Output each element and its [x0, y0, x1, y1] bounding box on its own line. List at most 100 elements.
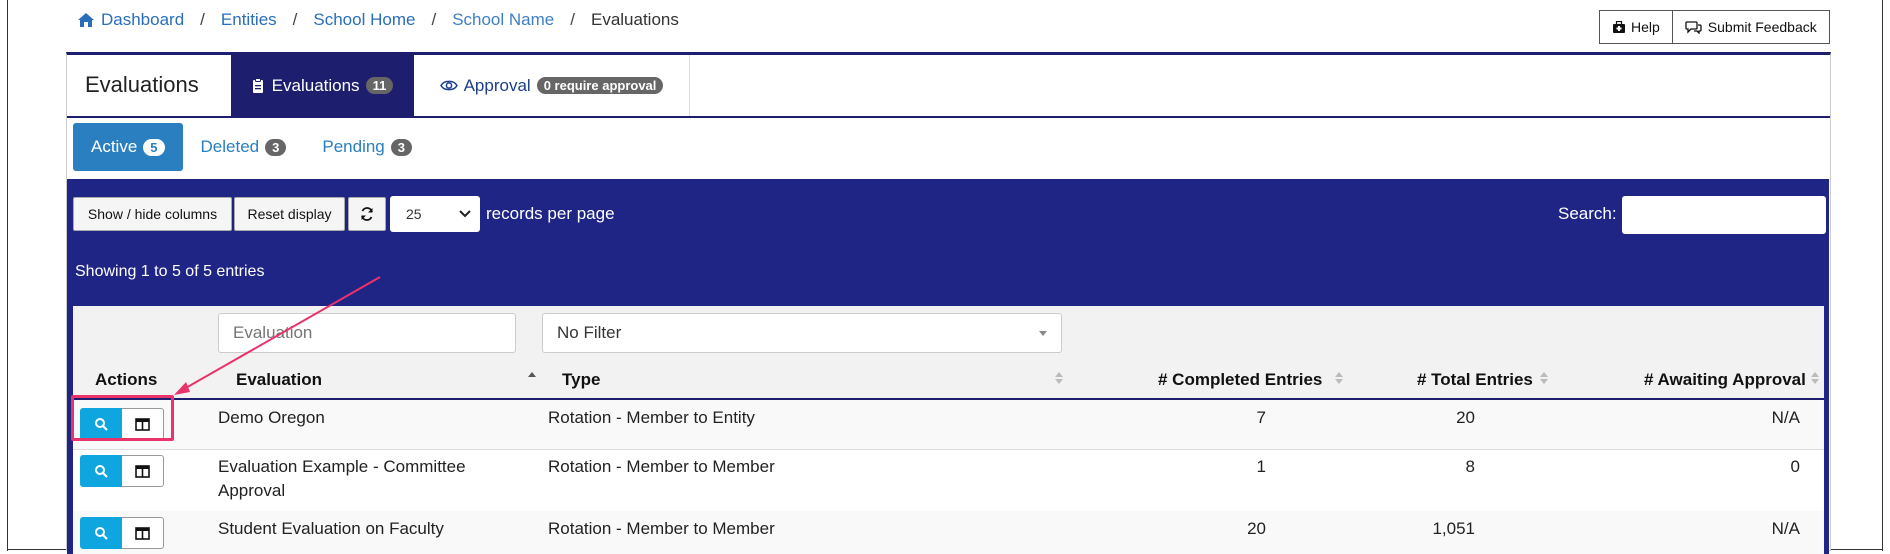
- breadcrumb-school-name[interactable]: School Name: [452, 10, 554, 30]
- frame-border-right: [1882, 0, 1883, 551]
- cell-total: 20: [1456, 408, 1475, 427]
- submit-feedback-label: Submit Feedback: [1707, 19, 1817, 35]
- status-subtabs: Active 5 Deleted 3 Pending 3: [73, 123, 430, 171]
- breadcrumb-school-home[interactable]: School Home: [313, 10, 415, 30]
- evaluations-count-badge: 11: [365, 77, 394, 94]
- header-button-group: Help Submit Feedback: [1599, 10, 1830, 44]
- clipboard-icon: [252, 77, 263, 93]
- deleted-count-badge: 3: [265, 138, 287, 156]
- cell-total: 1,051: [1432, 519, 1475, 538]
- filter-row: No Filter: [73, 306, 1824, 360]
- cell-awaiting: 0: [1790, 457, 1800, 476]
- sort-icon[interactable]: [1054, 371, 1064, 385]
- refresh-button[interactable]: [348, 197, 386, 231]
- breadcrumb: Dashboard / Entities / School Home / Sch…: [77, 10, 679, 30]
- tab-approval[interactable]: Approval 0 require approval: [414, 55, 690, 116]
- columns-icon: [135, 526, 150, 540]
- cell-awaiting: N/A: [1771, 519, 1800, 538]
- reset-display-button[interactable]: Reset display: [234, 197, 345, 231]
- type-filter-select[interactable]: No Filter: [542, 313, 1062, 353]
- subtab-pending[interactable]: Pending 3: [304, 123, 430, 171]
- records-per-page-select[interactable]: 25: [390, 196, 480, 232]
- cell-completed: 20: [1247, 519, 1266, 538]
- breadcrumb-separator: /: [200, 10, 205, 29]
- approval-badge: 0 require approval: [536, 77, 664, 94]
- frame-border-left: [7, 0, 8, 551]
- cell-type: Rotation - Member to Member: [548, 519, 775, 538]
- subtab-pending-label: Pending: [322, 137, 385, 156]
- tab-evaluations-label: Evaluations: [271, 75, 360, 95]
- columns-icon: [135, 464, 150, 478]
- cell-awaiting: N/A: [1771, 408, 1800, 427]
- sort-icon[interactable]: [1810, 371, 1820, 385]
- tab-evaluations[interactable]: Evaluations 11: [231, 55, 414, 116]
- search-label: Search:: [1558, 204, 1617, 223]
- column-header-total[interactable]: # Total Entries: [1417, 370, 1533, 390]
- columns-button[interactable]: [122, 517, 164, 549]
- table-row: Demo Oregon Rotation - Member to Entity …: [73, 400, 1824, 450]
- table-header: Actions Evaluation Type # Completed Entr…: [73, 360, 1824, 400]
- row-actions: [80, 455, 164, 487]
- cell-evaluation[interactable]: Demo Oregon: [218, 406, 325, 430]
- sort-icon[interactable]: [1334, 371, 1344, 385]
- refresh-icon: [361, 207, 373, 221]
- breadcrumb-separator: /: [431, 10, 437, 29]
- evaluation-filter-input[interactable]: [218, 313, 516, 353]
- caret-down-icon: [1039, 331, 1047, 336]
- column-header-awaiting[interactable]: # Awaiting Approval: [1644, 370, 1806, 390]
- tab-approval-label: Approval: [463, 75, 531, 95]
- help-label: Help: [1631, 19, 1660, 35]
- table-panel: Show / hide columns Reset display 25 rec…: [67, 179, 1829, 554]
- breadcrumb-separator: /: [292, 10, 298, 29]
- home-icon: [78, 13, 94, 27]
- subtab-active[interactable]: Active 5: [73, 123, 183, 171]
- search-icon: [95, 465, 108, 478]
- search-icon: [95, 527, 108, 540]
- column-header-evaluation[interactable]: Evaluation: [236, 370, 322, 390]
- evaluations-card: Evaluations Evaluations 11 Approval 0 re…: [66, 52, 1831, 554]
- submit-feedback-button[interactable]: Submit Feedback: [1672, 10, 1830, 44]
- annotation-highlight-box: [71, 395, 174, 441]
- breadcrumb-entities[interactable]: Entities: [221, 10, 277, 30]
- view-button[interactable]: [80, 455, 122, 487]
- records-per-page-label: records per page: [486, 204, 615, 223]
- cell-completed: 1: [1256, 457, 1266, 476]
- table-row: Student Evaluation on Faculty Rotation -…: [73, 511, 1824, 554]
- cell-type: Rotation - Member to Entity: [548, 408, 755, 427]
- column-header-completed[interactable]: # Completed Entries: [1158, 370, 1322, 390]
- column-header-type[interactable]: Type: [562, 370, 600, 390]
- sort-icon[interactable]: [1539, 371, 1549, 385]
- subtab-deleted[interactable]: Deleted 3: [183, 123, 305, 171]
- first-aid-icon: [1613, 20, 1625, 33]
- breadcrumb-separator: /: [570, 10, 575, 29]
- row-actions: [80, 517, 164, 549]
- subtab-deleted-label: Deleted: [200, 137, 260, 156]
- main-tabs: Evaluations Evaluations 11 Approval 0 re…: [67, 55, 1830, 118]
- breadcrumb-dashboard-label: Dashboard: [101, 10, 185, 29]
- table-row: Evaluation Example - Committee Approval …: [73, 449, 1824, 512]
- view-button[interactable]: [80, 517, 122, 549]
- help-button[interactable]: Help: [1599, 10, 1673, 44]
- records-per-page-value: 25: [406, 206, 422, 222]
- eye-icon: [439, 80, 458, 91]
- cell-evaluation[interactable]: Student Evaluation on Faculty: [218, 517, 444, 541]
- page-title: Evaluations: [85, 72, 199, 97]
- breadcrumb-current: Evaluations: [590, 10, 679, 29]
- column-header-actions: Actions: [95, 370, 158, 389]
- cell-evaluation[interactable]: Evaluation Example - Committee Approval: [218, 455, 488, 503]
- chat-icon: [1685, 21, 1702, 34]
- search-input[interactable]: [1622, 196, 1826, 234]
- chevron-down-icon: [459, 210, 471, 218]
- cell-type: Rotation - Member to Member: [548, 457, 775, 476]
- evaluations-table: No Filter Actions Evaluation Type # Comp…: [73, 306, 1824, 554]
- pending-count-badge: 3: [390, 138, 412, 156]
- type-filter-value: No Filter: [557, 323, 622, 342]
- entries-info: Showing 1 to 5 of 5 entries: [75, 263, 265, 280]
- cell-completed: 7: [1256, 408, 1266, 427]
- sort-asc-icon[interactable]: [527, 371, 537, 385]
- breadcrumb-dashboard[interactable]: Dashboard: [77, 10, 184, 30]
- active-count-badge: 5: [143, 138, 165, 156]
- show-hide-columns-button[interactable]: Show / hide columns: [73, 197, 232, 231]
- columns-button[interactable]: [122, 455, 164, 487]
- cell-total: 8: [1465, 457, 1475, 476]
